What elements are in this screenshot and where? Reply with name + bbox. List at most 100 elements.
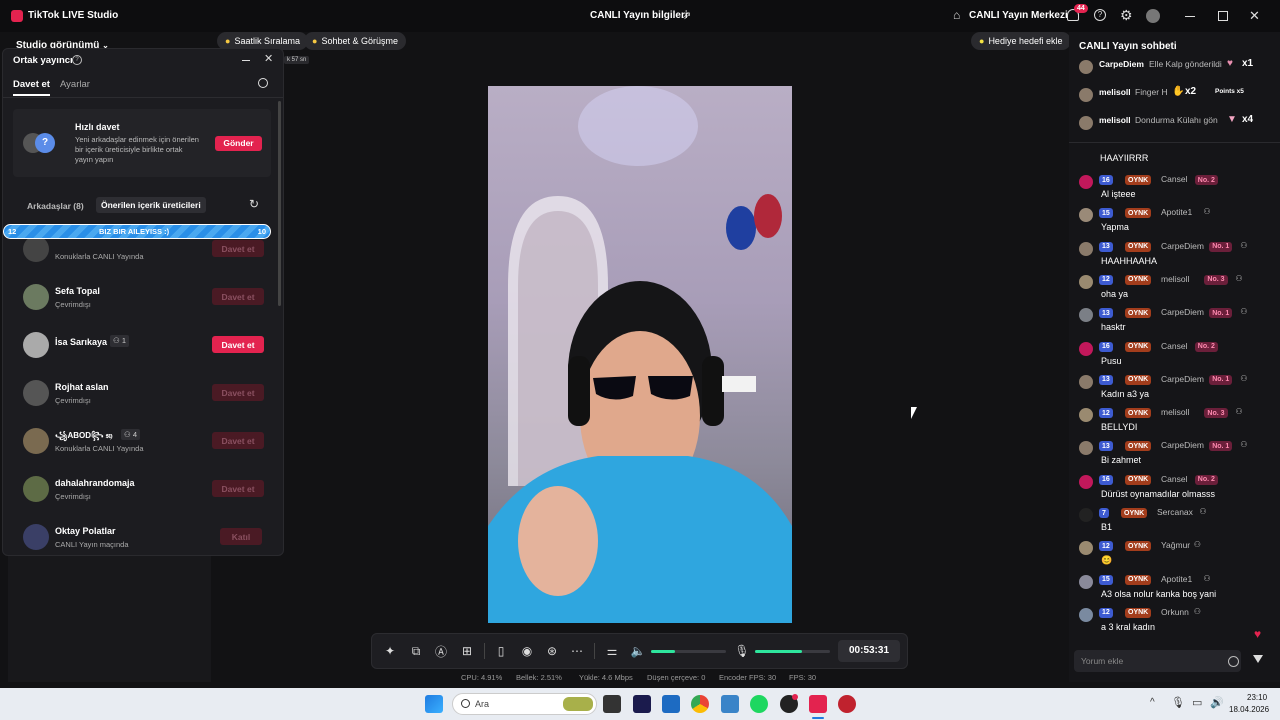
search-highlight-image xyxy=(563,697,593,711)
avatar[interactable] xyxy=(1079,408,1093,423)
chat-username[interactable]: melisoll xyxy=(1161,274,1189,284)
minimize-icon[interactable] xyxy=(1185,16,1195,17)
chat-username[interactable]: CarpeDiem xyxy=(1161,241,1204,251)
portrait-icon[interactable]: ▯ xyxy=(493,643,509,659)
chat-username[interactable]: Apotite1 xyxy=(1161,207,1192,217)
speaker-volume-slider[interactable] xyxy=(651,650,726,653)
chat-message-text: a 3 kral kadın xyxy=(1101,621,1156,632)
tab-settings[interactable]: Ayarlar xyxy=(60,79,90,90)
avatar[interactable] xyxy=(1079,374,1093,389)
speaker-icon[interactable]: 🔈 xyxy=(630,643,646,659)
invite-button[interactable]: Davet et xyxy=(212,336,264,353)
invite-button[interactable]: Davet et xyxy=(212,480,264,497)
mic-tray-icon[interactable]: 🎙 xyxy=(1171,696,1185,709)
maximize-icon[interactable] xyxy=(1218,11,1228,21)
tray-chevron-icon[interactable]: ^ xyxy=(1150,697,1155,708)
chat-message: 12 OYNK melisoll No. 3 ⚇ BELLYDI xyxy=(1077,405,1277,437)
friends-tab[interactable]: Arkadaşlar (8) xyxy=(27,201,84,211)
live-center-link[interactable]: CANLI Yayın Merkezi xyxy=(969,10,1068,21)
chat-message: 16 OYNK Cansel No. 2 Al işteee xyxy=(1077,172,1277,204)
gift-user: melisoll xyxy=(1099,87,1131,97)
pinwheel-app-icon[interactable] xyxy=(721,695,739,713)
close-window-icon[interactable]: ✕ xyxy=(1249,8,1260,24)
invite-button[interactable]: Davet et xyxy=(212,288,264,305)
comment-input[interactable]: Yorum ekle xyxy=(1074,650,1241,672)
suggested-tab[interactable]: Önerilen içerik üreticileri xyxy=(96,197,206,213)
close-panel-icon[interactable]: ✕ xyxy=(264,52,273,65)
gift-user: melisoll xyxy=(1099,115,1131,125)
tiktok-live-taskbar-icon[interactable] xyxy=(809,695,827,713)
chat-meeting-pill[interactable]: ● Sohbet & Görüşme xyxy=(304,32,406,50)
filter-icon[interactable] xyxy=(1253,655,1263,663)
rank-badge: No. 1 xyxy=(1209,441,1233,452)
share-icon[interactable]: ⇗ xyxy=(682,9,691,22)
chat-username[interactable]: Sercanax xyxy=(1157,507,1193,517)
after-effects-icon[interactable] xyxy=(633,695,651,713)
chat-username[interactable]: Yağmur xyxy=(1161,540,1190,550)
avatar[interactable] xyxy=(1079,607,1093,622)
chrome-icon[interactable] xyxy=(691,695,709,713)
creator-name: İsa Sarıkaya xyxy=(55,337,108,347)
avatar[interactable] xyxy=(1079,441,1093,456)
camera-switch-icon[interactable]: ⊛ xyxy=(544,643,560,659)
adjust-sliders-icon[interactable]: ⚌ xyxy=(604,643,620,659)
chat-username[interactable]: Cansel xyxy=(1161,474,1187,484)
home-icon[interactable]: ⌂ xyxy=(953,8,960,22)
record-icon[interactable]: ◉ xyxy=(519,643,535,659)
avatar[interactable] xyxy=(1079,508,1093,522)
clock-date[interactable]: 18.04.2026 xyxy=(1229,705,1269,714)
windows-start-icon[interactable] xyxy=(425,695,443,713)
invite-button[interactable]: Davet et xyxy=(212,240,264,257)
network-icon[interactable]: ▭ xyxy=(1192,696,1202,709)
minimize-panel-icon[interactable] xyxy=(242,60,250,61)
translate-icon[interactable]: ⧉ xyxy=(408,643,424,659)
settings-gear-icon[interactable]: ⚙ xyxy=(1120,7,1133,24)
invite-button[interactable]: Davet et xyxy=(212,432,264,449)
add-scene-icon[interactable]: ⊞ xyxy=(459,643,475,659)
avatar[interactable] xyxy=(1079,241,1093,256)
avatar[interactable] xyxy=(1079,274,1093,289)
clock-time[interactable]: 23:10 xyxy=(1247,693,1267,702)
join-button[interactable]: Katıl xyxy=(220,528,262,545)
volume-tray-icon[interactable]: 🔊 xyxy=(1210,696,1224,709)
chat-username[interactable]: CarpeDiem xyxy=(1161,374,1204,384)
bulb-icon: ● xyxy=(979,36,985,46)
chat-username[interactable]: Cansel xyxy=(1161,174,1187,184)
mic-volume-slider[interactable] xyxy=(755,650,830,653)
quick-invite-desc: Yeni arkadaşlar edinmek için önerilen bi… xyxy=(75,135,199,164)
gift-goal-pill[interactable]: ● Hediye hedefi ekle xyxy=(971,32,1071,50)
microphone-icon[interactable]: 🎙 xyxy=(734,643,750,659)
avatar[interactable] xyxy=(1079,208,1093,223)
taskbar-search[interactable]: Ara xyxy=(452,693,597,715)
more-icon[interactable]: ⋯ xyxy=(569,643,585,659)
avatar[interactable] xyxy=(1079,574,1093,589)
refresh-icon[interactable]: ↻ xyxy=(249,197,259,211)
magic-wand-icon[interactable]: ✦ xyxy=(382,643,398,659)
invite-button[interactable]: Davet et xyxy=(212,384,264,401)
scrollbar[interactable] xyxy=(278,101,281,306)
task-view-icon[interactable] xyxy=(603,695,621,713)
chat-username[interactable]: Cansel xyxy=(1161,341,1187,351)
chat-username[interactable]: melisoll xyxy=(1161,407,1189,417)
ai-icon[interactable]: Ⓐ xyxy=(433,643,449,659)
avatar[interactable] xyxy=(1079,541,1093,556)
avatar[interactable] xyxy=(1079,175,1093,189)
chat-username[interactable]: CarpeDiem xyxy=(1161,440,1204,450)
info-icon[interactable]: ? xyxy=(72,55,82,65)
emoji-icon[interactable] xyxy=(1228,656,1239,667)
help-icon[interactable]: ? xyxy=(1094,9,1106,21)
search-icon[interactable] xyxy=(258,78,268,88)
avatar[interactable] xyxy=(1079,341,1093,356)
avatar[interactable] xyxy=(1079,308,1093,323)
outlook-icon[interactable] xyxy=(662,695,680,713)
chat-username[interactable]: Orkunn xyxy=(1161,607,1189,617)
profile-avatar[interactable] xyxy=(1146,9,1160,23)
recorder-app-icon[interactable] xyxy=(838,695,856,713)
live-info-title[interactable]: CANLI Yayın bilgileri xyxy=(590,10,688,21)
send-button[interactable]: Gönder xyxy=(215,136,262,151)
chat-username[interactable]: Apotite1 xyxy=(1161,574,1192,584)
tab-invite[interactable]: Davet et xyxy=(13,79,50,90)
chat-username[interactable]: CarpeDiem xyxy=(1161,307,1204,317)
spotify-icon[interactable] xyxy=(750,695,768,713)
avatar[interactable] xyxy=(1079,474,1093,489)
